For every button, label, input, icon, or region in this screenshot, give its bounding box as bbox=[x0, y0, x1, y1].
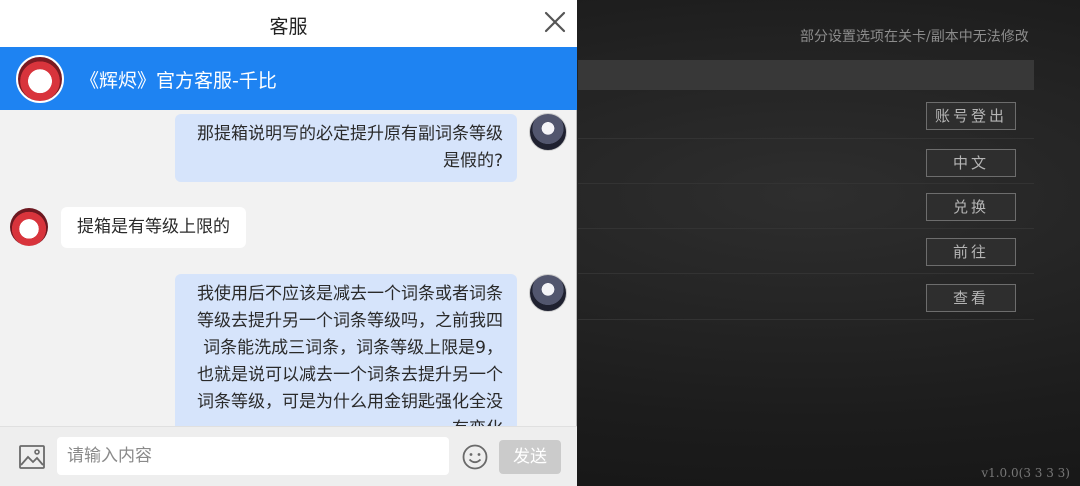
agent-banner: 《辉烬》官方客服-千比 bbox=[0, 47, 577, 110]
emoji-button[interactable] bbox=[461, 443, 489, 471]
customer-service-panel: 客服 《辉烬》官方客服-千比 那提箱说明写的必定提升原有副词条等级是假的? 提箱… bbox=[0, 0, 577, 486]
logout-button[interactable]: 账号登出 bbox=[926, 102, 1016, 130]
user-avatar bbox=[529, 113, 567, 151]
chat-header: 客服 bbox=[0, 0, 577, 47]
version-label: v1.0.0(3 3 3 3) bbox=[981, 466, 1070, 480]
user-message-bubble: 我使用后不应该是减去一个词条或者词条等级去提升另一个词条等级吗，之前我四词条能洗… bbox=[175, 274, 517, 426]
close-icon bbox=[544, 11, 566, 33]
emoji-icon bbox=[462, 444, 488, 470]
divider bbox=[578, 138, 1034, 139]
divider bbox=[578, 273, 1034, 274]
send-button[interactable]: 发送 bbox=[499, 440, 561, 474]
input-bar: 发送 bbox=[0, 426, 577, 486]
view-button[interactable]: 查看 bbox=[926, 284, 1016, 312]
chat-title: 客服 bbox=[269, 16, 308, 38]
language-button[interactable]: 中文 bbox=[926, 149, 1016, 177]
message-list[interactable]: 那提箱说明写的必定提升原有副词条等级是假的? 提箱是有等级上限的 我使用后不应该… bbox=[0, 110, 577, 426]
user-message-bubble: 那提箱说明写的必定提升原有副词条等级是假的? bbox=[175, 114, 517, 182]
redeem-button[interactable]: 兑换 bbox=[926, 193, 1016, 221]
divider bbox=[578, 228, 1034, 229]
divider bbox=[578, 319, 1034, 320]
image-upload-button[interactable] bbox=[18, 444, 46, 470]
agent-avatar bbox=[16, 55, 64, 103]
divider bbox=[578, 183, 1034, 184]
goto-button[interactable]: 前往 bbox=[926, 238, 1016, 266]
message-input[interactable] bbox=[57, 437, 449, 475]
agent-avatar-small bbox=[10, 208, 48, 246]
agent-name: 《辉烬》官方客服-千比 bbox=[80, 70, 277, 92]
user-avatar bbox=[529, 274, 567, 312]
settings-notice: 部分设置选项在关卡/副本中无法修改 bbox=[800, 29, 1029, 45]
settings-header-band bbox=[578, 60, 1034, 90]
image-icon bbox=[19, 445, 45, 469]
close-button[interactable] bbox=[543, 10, 567, 34]
agent-message-bubble: 提箱是有等级上限的 bbox=[61, 207, 246, 248]
